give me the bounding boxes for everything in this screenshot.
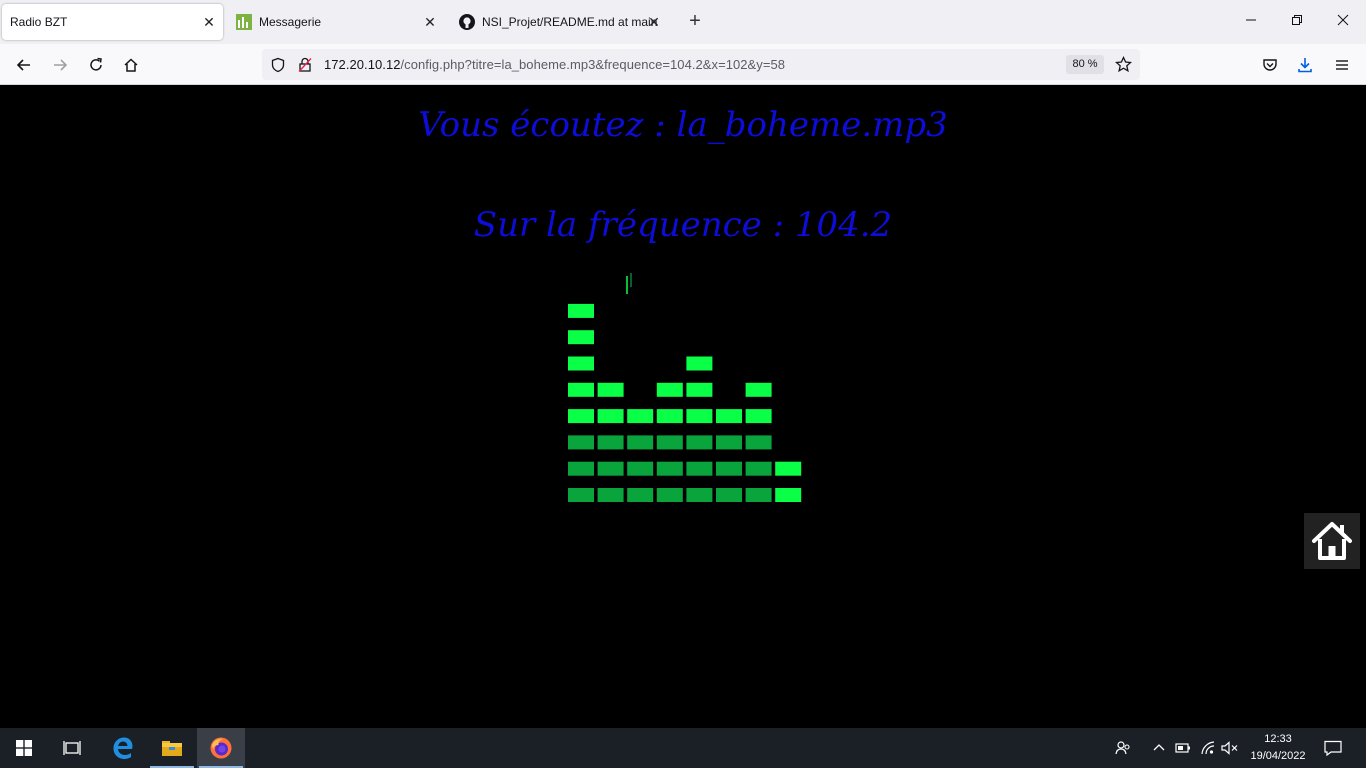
tab-label: Messagerie [259,15,322,29]
people-icon[interactable] [1113,738,1133,758]
equalizer-segment [627,409,654,424]
clock-time: 12:33 [1264,733,1292,745]
equalizer-segment [686,435,713,450]
equalizer-segment [745,435,772,450]
equalizer-segment [656,382,683,397]
chevron-up-icon[interactable] [1149,738,1169,758]
windows-start-icon[interactable] [0,728,48,768]
home-icon[interactable] [120,54,142,76]
url-path: /config.php?titre=la_boheme.mp3&frequenc… [400,57,786,72]
equalizer-segment [745,382,772,397]
equalizer-segment [597,409,624,424]
house-icon [1312,522,1352,560]
file-explorer-icon[interactable] [148,728,196,768]
tab-strip: Radio BZT ✕ Messagerie ✕ NSI_Projet/READ… [0,0,1366,44]
equalizer-segment [686,382,713,397]
task-view-icon[interactable] [48,728,96,768]
equalizer-segment [745,461,772,476]
equalizer-segment [656,409,683,424]
equalizer-segment [716,435,742,450]
wifi-icon[interactable] [1198,738,1218,758]
hamburger-menu-icon[interactable] [1331,54,1353,76]
equalizer-segment [568,488,594,502]
equalizer-segment [597,435,624,450]
equalizer-segment [568,461,594,476]
clock-date: 19/04/2022 [1250,750,1306,762]
close-window-icon[interactable] [1333,10,1353,30]
equalizer-segment [686,356,713,371]
page-content: Vous écoutez : la_boheme.mp3 Sur la fréq… [0,85,1366,728]
minimize-icon[interactable] [1241,10,1261,30]
equalizer-segment [627,461,654,476]
equalizer-segment [775,461,802,476]
equalizer-segment [568,356,594,371]
tab-messagerie[interactable]: Messagerie ✕ [230,4,444,40]
equalizer-segment [716,409,742,424]
github-favicon-icon [459,14,475,30]
close-tab-icon[interactable]: ✕ [422,14,438,30]
reload-icon[interactable] [85,54,107,76]
close-tab-icon[interactable]: ✕ [646,14,662,30]
insecure-lock-icon[interactable] [297,57,313,78]
notifications-icon[interactable] [1323,738,1343,758]
edge-browser-icon[interactable] [99,728,147,768]
equalizer-segment [627,435,654,450]
tab-label: NSI_Projet/README.md at main [482,15,658,29]
equalizer-segment [568,303,594,318]
tab-label: Radio BZT [10,15,68,29]
equalizer-segment [686,461,713,476]
equalizer-segment [716,461,742,476]
equalizer-visualizer [568,273,802,502]
equalizer-segment [656,488,683,502]
equalizer-segment [656,461,683,476]
pocket-icon[interactable] [1259,54,1281,76]
address-bar[interactable]: 172.20.10.12/config.php?titre=la_boheme.… [262,49,1140,80]
battery-icon[interactable] [1173,738,1193,758]
bookmark-star-icon[interactable] [1114,55,1133,78]
equalizer-segment [568,382,594,397]
equalizer-segment [686,409,713,424]
equalizer-segment [745,409,772,424]
equalizer-segment [597,488,624,502]
equalizer-segment [775,488,802,502]
shield-icon[interactable] [270,57,286,78]
speaker-muted-icon[interactable] [1220,738,1240,758]
firefox-icon[interactable] [197,728,245,768]
equalizer-segment [568,330,594,345]
url-text[interactable]: 172.20.10.12/config.php?titre=la_boheme.… [324,57,785,72]
equalizer-segment [568,409,594,424]
tab-radio-bzt[interactable]: Radio BZT ✕ [2,4,223,40]
downloads-icon[interactable] [1294,54,1316,76]
equalizer-segment [627,488,654,502]
forward-arrow-icon[interactable] [49,54,71,76]
close-tab-icon[interactable]: ✕ [201,14,217,30]
system-clock[interactable]: 12:33 19/04/2022 [1240,731,1316,765]
equalizer-segment [716,488,742,502]
home-button[interactable] [1304,513,1360,569]
equalizer-segment [597,461,624,476]
new-tab-button[interactable]: + [685,11,705,32]
equalizer-segment [745,488,772,502]
restore-icon[interactable] [1287,10,1307,30]
equalizer-segment [656,435,683,450]
navigation-toolbar: 172.20.10.12/config.php?titre=la_boheme.… [0,44,1366,85]
windows-taskbar: 12:33 19/04/2022 [0,728,1366,768]
messagerie-favicon-icon [236,14,252,30]
equalizer-segment [568,435,594,450]
tab-github-readme[interactable]: NSI_Projet/README.md at main ✕ [452,4,668,40]
back-arrow-icon[interactable] [13,54,35,76]
equalizer-segment [686,488,713,502]
url-host: 172.20.10.12 [324,57,401,72]
zoom-level-badge[interactable]: 80 % [1066,55,1104,74]
equalizer-segment [597,382,624,397]
